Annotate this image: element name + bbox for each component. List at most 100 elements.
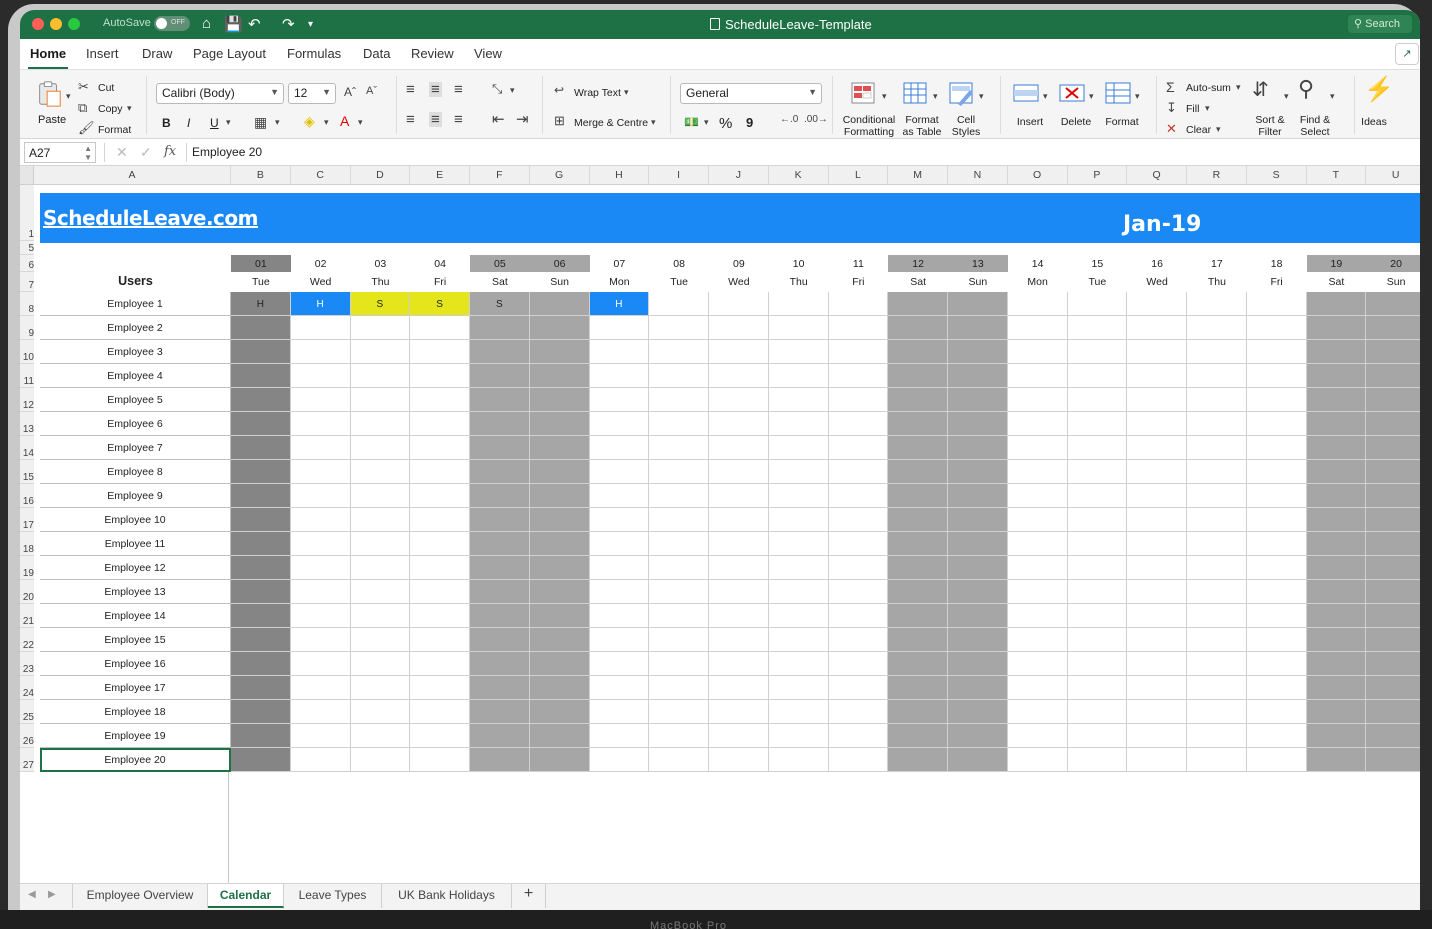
row-header-18[interactable]: 18 (20, 532, 34, 556)
fill-label[interactable]: Fill (1186, 103, 1199, 115)
calendar-cell[interactable] (410, 460, 470, 484)
calendar-cell[interactable] (1306, 628, 1367, 652)
calendar-cell[interactable] (1366, 628, 1420, 652)
column-header-c[interactable]: C (290, 166, 351, 185)
calendar-cell[interactable] (709, 580, 769, 604)
employee-name-cell[interactable]: Employee 18 (40, 700, 231, 724)
tab-insert[interactable]: Insert (86, 46, 119, 61)
row-header-22[interactable]: 22 (20, 628, 34, 652)
fill-color-dropdown-icon[interactable]: ▾ (324, 118, 329, 127)
column-header-t[interactable]: T (1306, 166, 1367, 185)
orientation-icon[interactable]: ⤡ (492, 82, 502, 95)
decrease-font-icon[interactable]: Aˇ (366, 86, 377, 97)
calendar-cell[interactable] (529, 484, 590, 508)
calendar-cell[interactable] (231, 532, 291, 556)
calendar-cell[interactable] (350, 388, 411, 412)
calendar-cell[interactable] (649, 700, 709, 724)
calendar-cell[interactable] (529, 556, 590, 580)
row-header-15[interactable]: 15 (20, 460, 34, 484)
calendar-cell[interactable] (888, 532, 948, 556)
calendar-cell[interactable] (828, 484, 889, 508)
calendar-cell[interactable] (828, 412, 889, 436)
currency-icon[interactable]: 💵 (684, 116, 699, 128)
calendar-cell[interactable] (231, 364, 291, 388)
calendar-cell[interactable] (589, 748, 650, 772)
calendar-cell[interactable] (888, 652, 948, 676)
column-header-n[interactable]: N (948, 166, 1008, 185)
column-header-q[interactable]: Q (1127, 166, 1187, 185)
row-header-7[interactable]: 7 (20, 272, 34, 292)
calendar-cell[interactable] (410, 340, 470, 364)
calendar-cell[interactable] (1127, 436, 1187, 460)
sheet-tab-calendar[interactable]: Calendar (208, 884, 284, 908)
calendar-cell[interactable] (1067, 676, 1128, 700)
column-header-k[interactable]: K (768, 166, 829, 185)
font-size-select[interactable]: 12 ▼ (288, 83, 336, 104)
calendar-cell[interactable] (410, 556, 470, 580)
calendar-cell[interactable] (709, 412, 769, 436)
employee-name-cell[interactable]: Employee 8 (40, 460, 231, 484)
copy-label[interactable]: Copy (98, 103, 123, 115)
calendar-cell[interactable] (948, 532, 1008, 556)
tab-draw[interactable]: Draw (142, 46, 172, 61)
calendar-cell[interactable] (1306, 340, 1367, 364)
calendar-cell[interactable] (709, 676, 769, 700)
leave-entry-cell[interactable]: S (470, 292, 530, 316)
undo-icon[interactable]: ↶ (248, 15, 261, 33)
calendar-cell[interactable] (470, 700, 530, 724)
employee-name-cell[interactable]: Employee 10 (40, 508, 231, 532)
calendar-cell[interactable] (470, 604, 530, 628)
column-header-s[interactable]: S (1246, 166, 1307, 185)
calendar-cell[interactable] (1366, 484, 1420, 508)
calendar-cell[interactable] (290, 340, 351, 364)
calendar-cell[interactable] (231, 340, 291, 364)
leave-entry-cell[interactable]: H (231, 292, 291, 316)
calendar-cell[interactable] (1007, 316, 1068, 340)
leave-entry-cell[interactable]: S (410, 292, 470, 316)
calendar-cell[interactable] (290, 508, 351, 532)
sheet-tab-leave-types[interactable]: Leave Types (284, 884, 382, 908)
calendar-cell[interactable] (768, 556, 829, 580)
employee-name-cell[interactable]: Employee 12 (40, 556, 231, 580)
calendar-cell[interactable] (828, 460, 889, 484)
row-header-19[interactable]: 19 (20, 556, 34, 580)
calendar-cell[interactable] (231, 508, 291, 532)
calendar-cell[interactable] (1306, 388, 1367, 412)
calendar-cell[interactable] (1306, 436, 1367, 460)
calendar-cell[interactable] (231, 724, 291, 748)
calendar-cell[interactable] (709, 532, 769, 556)
wrap-text-dropdown-icon[interactable]: ▾ (624, 88, 629, 97)
calendar-cell[interactable] (350, 484, 411, 508)
calendar-cell[interactable] (589, 364, 650, 388)
calendar-cell[interactable] (948, 292, 1008, 316)
calendar-cell[interactable] (1007, 484, 1068, 508)
paste-icon[interactable] (34, 80, 64, 108)
calendar-cell[interactable] (768, 436, 829, 460)
calendar-cell[interactable] (1306, 364, 1367, 388)
calendar-cell[interactable] (1306, 460, 1367, 484)
align-center-icon[interactable]: ≡ (429, 112, 442, 127)
find-select-label[interactable]: Find & Select (1293, 114, 1337, 138)
calendar-cell[interactable] (1007, 388, 1068, 412)
calendar-cell[interactable] (350, 316, 411, 340)
calendar-cell[interactable] (290, 388, 351, 412)
calendar-cell[interactable] (888, 292, 948, 316)
calendar-cell[interactable] (529, 580, 590, 604)
row-header-20[interactable]: 20 (20, 580, 34, 604)
ideas-label[interactable]: Ideas (1356, 116, 1392, 128)
fill-color-icon[interactable]: ◈ (304, 114, 315, 128)
calendar-cell[interactable] (1366, 676, 1420, 700)
calendar-cell[interactable] (529, 628, 590, 652)
conditional-formatting-dropdown-icon[interactable]: ▾ (882, 92, 887, 101)
calendar-cell[interactable] (1306, 508, 1367, 532)
calendar-cell[interactable] (768, 700, 829, 724)
calendar-cell[interactable] (888, 724, 948, 748)
calendar-cell[interactable] (1246, 484, 1307, 508)
calendar-cell[interactable] (470, 676, 530, 700)
calendar-cell[interactable] (410, 316, 470, 340)
calendar-cell[interactable] (350, 628, 411, 652)
cell-styles-label[interactable]: Cell Styles (944, 114, 988, 138)
calendar-cell[interactable] (410, 388, 470, 412)
row-header-27[interactable]: 27 (20, 748, 34, 772)
calendar-cell[interactable] (1187, 484, 1247, 508)
